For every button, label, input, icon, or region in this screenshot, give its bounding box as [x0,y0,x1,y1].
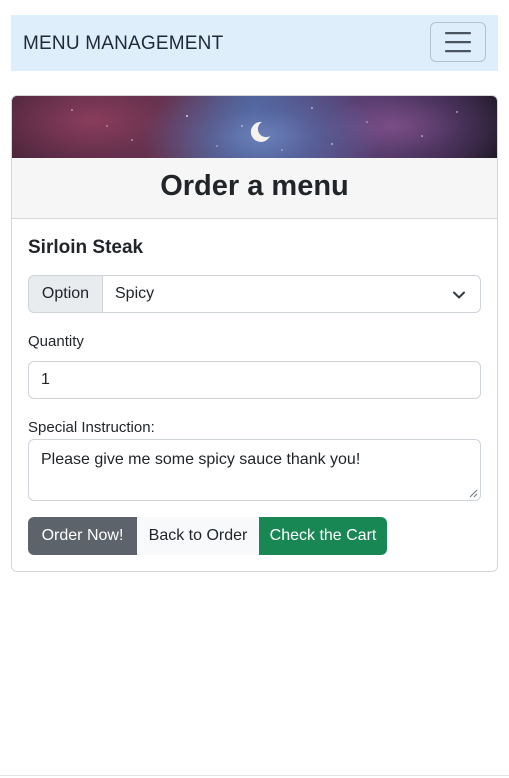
card-header: Order a menu [12,158,497,219]
navbar-brand[interactable]: MENU MANAGEMENT [23,32,223,56]
special-instruction-label: Special Instruction: [28,419,155,436]
chevron-down-icon [453,291,465,299]
page-title: Order a menu [160,170,349,202]
hamburger-menu-icon [445,32,471,53]
special-instruction-textarea[interactable]: Please give me some spicy sauce thank yo… [28,439,481,501]
page-bottom-divider [0,775,509,776]
quantity-value: 1 [41,371,50,388]
back-to-order-button[interactable]: Back to Order [137,517,259,555]
quantity-label: Quantity [28,333,84,350]
navbar-toggle-button[interactable] [430,22,486,62]
order-card: Order a menu Sirloin Steak Option Spicy … [11,95,498,572]
resize-handle-icon[interactable] [468,488,478,498]
card-banner-image [12,96,497,158]
navbar: MENU MANAGEMENT [11,15,498,71]
quantity-input[interactable]: 1 [28,361,481,399]
check-cart-button[interactable]: Check the Cart [259,517,387,555]
crescent-moon-icon [250,121,270,142]
option-input-group: Option Spicy [28,275,481,313]
special-instruction-value: Please give me some spicy sauce thank yo… [41,451,361,468]
option-selected-value: Spicy [115,285,155,302]
option-select[interactable]: Spicy [102,275,481,313]
order-now-button[interactable]: Order Now! [28,517,137,555]
option-label: Option [28,275,103,313]
menu-item-name: Sirloin Steak [28,237,144,258]
